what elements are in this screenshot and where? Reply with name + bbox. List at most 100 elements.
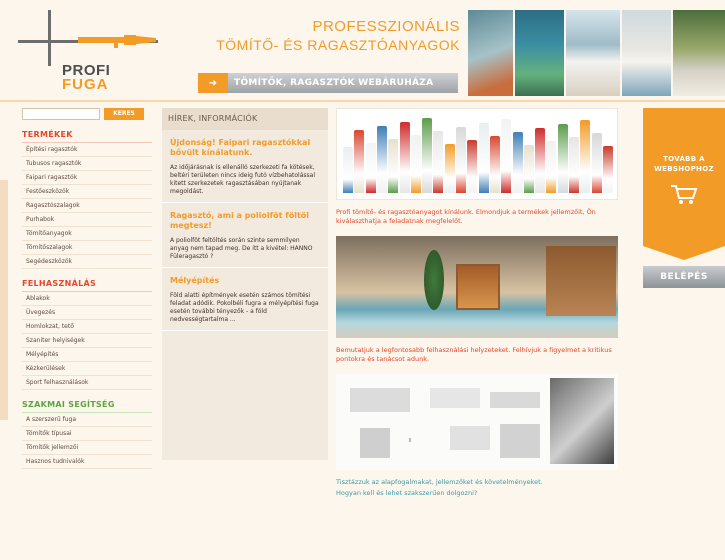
caulking-gun-icon [78,35,156,48]
product-tube [365,143,376,193]
product-tube [354,130,365,193]
products-caption[interactable]: Profi tömítő- és ragasztóanyagot kínálun… [336,208,622,226]
help-caption-link[interactable]: Hogyan kell és lehet szakszerűen dolgozn… [336,489,622,498]
menu-item[interactable]: Mélyépítés [22,348,152,362]
header-photo-interior [621,10,671,96]
product-tube [410,135,421,193]
shopping-cart-icon [671,185,698,204]
product-tube [388,139,399,193]
menu-item[interactable]: A szerszerű fuga [22,413,152,427]
menu-felhasznalas: Ablakok Üvegezés Homlokzat, tető Szanite… [22,292,152,390]
tagline-bar[interactable]: ➜ TÖMÍTŐK, RAGASZTÓK WEBÁRUHÁZA [198,73,458,93]
header-photo-boat [566,10,620,96]
product-tube [569,137,579,193]
menu-item[interactable]: Festőeszközök [22,185,152,199]
usage-spa-image[interactable] [336,236,618,338]
menu-item[interactable]: Faipari ragasztók [22,171,152,185]
search-button[interactable]: KERES [104,108,144,120]
usage-caption[interactable]: Bemutatjuk a legfontosabb felhasználási … [336,346,622,364]
product-tube [557,124,568,193]
left-sidebar: KERES TERMÉKEK Építési ragasztók Tubusos… [22,108,152,469]
product-tube [489,136,500,193]
product-tube [512,132,523,193]
logo[interactable]: PROFI FUGA [18,10,168,93]
site-header: PROFI FUGA PROFESSZIONÁLIS TÖMÍTŐ- ÉS RA… [0,0,725,98]
menu-termekek: Építési ragasztók Tubusos ragasztók Faip… [22,143,152,269]
main-content: Profi tömítő- és ragasztóanyagot kínálun… [336,108,622,498]
arrow-right-icon: ➜ [198,73,228,93]
header-photo-pool [515,10,565,96]
product-tube [467,140,478,193]
header-photo-strip [468,10,725,96]
news-heading: HÍREK, INFORMÁCIÓK [162,108,328,130]
product-tube [523,145,534,193]
product-tube [535,128,546,193]
slogan-line-1: PROFESSZIONÁLIS [312,18,460,35]
banner-arrow [643,246,725,260]
product-tube [444,144,455,193]
menu-item[interactable]: Tömítők jellemzői [22,441,152,455]
news-title[interactable]: Újdonság! Faipari ragasztókkal bővült kí… [170,138,320,158]
sauna-plant [424,250,444,310]
product-tube [422,118,433,193]
menu-item[interactable]: Tömítőanyagok [22,227,152,241]
menu-item[interactable]: Ragasztószalagok [22,199,152,213]
news-item: Mélyépítés Föld alatti építmények esetén… [162,268,328,331]
product-tube [478,123,489,193]
menu-item[interactable]: Üvegezés [22,306,152,320]
product-tube [433,131,444,193]
tagline-text: TÖMÍTŐK, RAGASZTÓK WEBÁRUHÁZA [234,78,434,88]
section-title-szakmai-segitseg: SZAKMAI SEGÍTSÉG [22,400,152,413]
product-tube [376,126,387,193]
product-tube [343,147,353,193]
menu-item[interactable]: Purhabok [22,213,152,227]
header-photo-garden [672,10,725,96]
product-tube [602,146,613,193]
news-body: Föld alatti építmények esetén számos töm… [170,292,319,323]
product-tube [399,122,410,193]
product-tube [591,133,602,193]
news-body: Az időjárásnak is ellenálló szerkezeti f… [170,164,315,195]
product-tubes-image[interactable] [336,108,618,200]
left-edge-tab [0,180,8,420]
help-caption[interactable]: Tisztázzuk az alapfogalmakat, jellemzőke… [336,478,622,487]
header-photo-facade [468,10,514,96]
webshop-banner[interactable]: TOVÁBB A WEBSHOPHOZ [643,108,725,260]
logo-plus-vertical [48,10,51,66]
menu-item[interactable]: Sport felhasználások [22,376,152,390]
webshop-banner-line-2: WEBSHOPHOZ [654,165,714,173]
news-item: Újdonság! Faipari ragasztókkal bővült kí… [162,130,328,203]
sauna-door [456,264,500,310]
search-bar: KERES [22,108,152,120]
menu-item[interactable]: Kézkerülések [22,362,152,376]
product-tube [546,141,557,193]
sauna-wall [546,246,616,316]
product-tube [580,120,591,193]
news-title[interactable]: Mélyépítés [170,276,320,286]
tools-image[interactable] [336,374,618,470]
header-divider [0,100,725,102]
news-title[interactable]: Ragasztó, ami a poliolföt föltöl megtesz… [170,211,320,231]
tools-photo [550,378,614,464]
product-tube [501,119,512,193]
menu-item[interactable]: Segédeszközök [22,255,152,269]
menu-item[interactable]: Tubusos ragasztók [22,157,152,171]
menu-szakmai-segitseg: A szerszerű fuga Tömítők típusai Tömítők… [22,413,152,469]
menu-item[interactable]: Szaniter helyiségek [22,334,152,348]
right-sidebar: TOVÁBB A WEBSHOPHOZ BELÉPÉS [643,108,725,288]
search-input[interactable] [22,108,100,120]
news-item: Ragasztó, ami a poliolföt föltöl megtesz… [162,203,328,268]
section-title-felhasznalas: FELHASZNÁLÁS [22,279,152,292]
tools-sketch [340,378,546,464]
news-panel: HÍREK, INFORMÁCIÓK Újdonság! Faipari rag… [162,108,328,460]
menu-item[interactable]: Tömítőszalagok [22,241,152,255]
menu-item[interactable]: Homlokzat, tető [22,320,152,334]
login-button[interactable]: BELÉPÉS [643,266,725,288]
menu-item[interactable]: Építési ragasztók [22,143,152,157]
slogan-line-2: TÖMÍTŐ- ÉS RAGASZTÓANYAGOK [216,37,460,53]
menu-item[interactable]: Tömítők típusai [22,427,152,441]
webshop-banner-line-1: TOVÁBB A [663,155,705,163]
slogan: PROFESSZIONÁLIS TÖMÍTŐ- ÉS RAGASZTÓANYAG… [190,18,460,53]
menu-item[interactable]: Ablakok [22,292,152,306]
menu-item[interactable]: Hasznos tudnivalók [22,455,152,469]
